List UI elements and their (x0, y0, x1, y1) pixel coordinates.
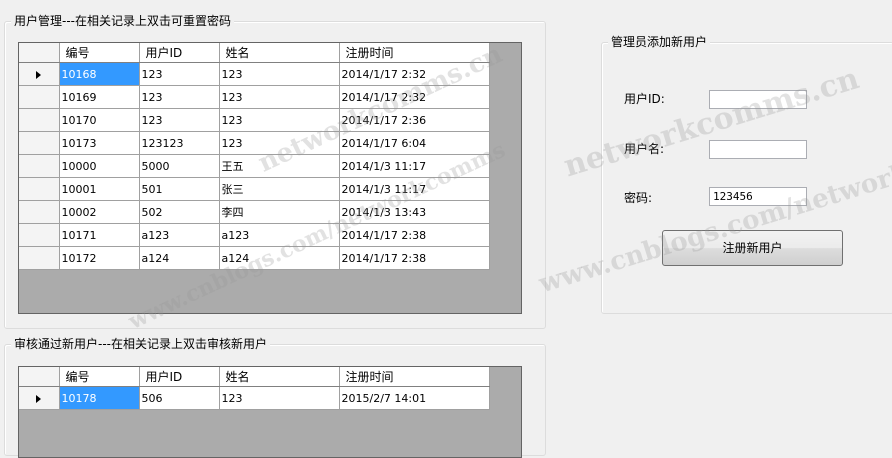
row-header[interactable] (19, 131, 60, 155)
col-header-userid[interactable]: 用户ID (139, 367, 220, 387)
user-row[interactable]: 10002 502 李四 2014/1/3 13:43 (19, 200, 490, 224)
username-input[interactable] (709, 140, 807, 159)
cell-name[interactable]: 123 (219, 62, 340, 86)
cell-regtime[interactable]: 2015/2/7 14:01 (339, 386, 490, 410)
row-header-corner[interactable] (19, 43, 60, 63)
cell-id[interactable]: 10170 (59, 108, 140, 132)
approve-row[interactable]: 10178 506 123 2015/2/7 14:01 (19, 386, 490, 410)
cell-id[interactable]: 10171 (59, 223, 140, 247)
approve-grid[interactable]: 编号 用户ID 姓名 注册时间 10178 506 123 2015/2/7 14:0… (18, 366, 522, 458)
cell-userid[interactable]: 5000 (139, 154, 220, 178)
user-row[interactable]: 10171 a123 a123 2014/1/17 2:38 (19, 223, 490, 247)
password-label: 密码: (624, 191, 653, 205)
cell-userid[interactable]: 123 (139, 62, 220, 86)
row-header[interactable] (19, 200, 60, 224)
cell-userid[interactable]: 506 (139, 386, 220, 410)
cell-id[interactable]: 10178 (59, 386, 140, 410)
cell-id[interactable]: 10173 (59, 131, 140, 155)
cell-id[interactable]: 10001 (59, 177, 140, 201)
add-user-title: 管理员添加新用户 (608, 34, 711, 50)
approve-users-title: 审核通过新用户---在相关记录上双击审核新用户 (11, 336, 270, 352)
col-header-name[interactable]: 姓名 (219, 43, 340, 63)
cell-regtime[interactable]: 2014/1/17 2:38 (339, 246, 490, 270)
cell-userid[interactable]: 502 (139, 200, 220, 224)
col-header-id[interactable]: 编号 (59, 367, 140, 387)
row-header[interactable] (19, 154, 60, 178)
cell-name[interactable]: 张三 (219, 177, 340, 201)
row-header-corner[interactable] (19, 367, 60, 387)
row-header[interactable] (19, 85, 60, 109)
cell-userid[interactable]: a124 (139, 246, 220, 270)
user-grid-header: 编号 用户ID 姓名 注册时间 (19, 43, 490, 63)
row-header[interactable] (19, 386, 60, 410)
user-management-title: 用户管理---在相关记录上双击可重置密码 (11, 13, 234, 29)
row-header[interactable] (19, 108, 60, 132)
cell-userid[interactable]: a123 (139, 223, 220, 247)
cell-id[interactable]: 10002 (59, 200, 140, 224)
col-header-id[interactable]: 编号 (59, 43, 140, 63)
cell-id[interactable]: 10000 (59, 154, 140, 178)
approve-table: 编号 用户ID 姓名 注册时间 10178 506 123 2015/2/7 14:0… (19, 367, 490, 410)
cell-id[interactable]: 10172 (59, 246, 140, 270)
cell-userid[interactable]: 501 (139, 177, 220, 201)
cell-userid[interactable]: 123123 (139, 131, 220, 155)
cell-name[interactable]: 123 (219, 85, 340, 109)
row-header[interactable] (19, 246, 60, 270)
current-row-arrow-icon (36, 394, 42, 403)
cell-name[interactable]: 123 (219, 386, 340, 410)
cell-id[interactable]: 10168 (59, 62, 140, 86)
userid-label: 用户ID: (624, 92, 665, 106)
col-header-name[interactable]: 姓名 (219, 367, 340, 387)
cell-userid[interactable]: 123 (139, 108, 220, 132)
col-header-userid[interactable]: 用户ID (139, 43, 220, 63)
row-header[interactable] (19, 177, 60, 201)
user-row[interactable]: 10170 123 123 2014/1/17 2:36 (19, 108, 490, 132)
current-row-arrow-icon (36, 70, 42, 79)
cell-userid[interactable]: 123 (139, 85, 220, 109)
row-header[interactable] (19, 223, 60, 247)
row-header[interactable] (19, 62, 60, 86)
approve-grid-header: 编号 用户ID 姓名 注册时间 (19, 367, 490, 387)
col-header-regtime[interactable]: 注册时间 (339, 367, 490, 387)
cell-id[interactable]: 10169 (59, 85, 140, 109)
